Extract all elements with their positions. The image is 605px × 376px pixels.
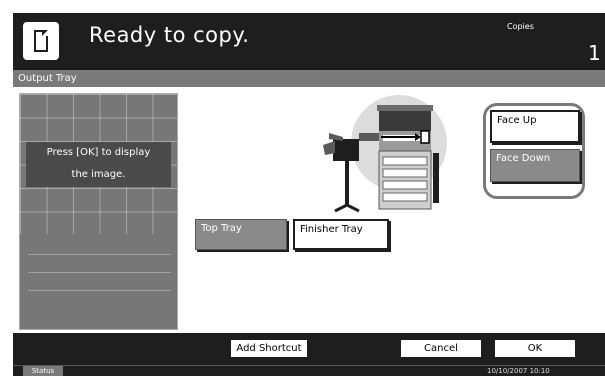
image-preview-pane: Press [OK] to display the image. [19, 93, 178, 330]
status-button[interactable]: Status [23, 366, 63, 376]
preview-divider [28, 272, 171, 273]
copies-count: 1 [588, 41, 601, 65]
add-shortcut-button[interactable]: Add Shortcut [229, 338, 309, 359]
face-down-button[interactable]: Face Down [490, 149, 580, 182]
main-content: Press [OK] to display the image. Face Up… [13, 87, 605, 333]
copies-label: Copies [507, 22, 534, 31]
preview-divider [28, 290, 171, 291]
header-bar: Ready to copy. Copies 1 [13, 13, 605, 68]
status-title: Ready to copy. [89, 23, 250, 47]
document-icon [23, 22, 59, 60]
footer-bar: Add Shortcut Cancel OK [13, 333, 605, 365]
preview-message-line2: the image. [71, 169, 126, 180]
panel-title: Output Tray [13, 70, 605, 87]
face-up-button[interactable]: Face Up [490, 110, 580, 143]
cancel-button[interactable]: Cancel [399, 338, 483, 359]
top-tray-button[interactable]: Top Tray [195, 219, 287, 250]
status-bar: Status 10/10/2007 10:10 [13, 365, 605, 376]
copier-machine-icon [323, 95, 447, 213]
preview-message-line1: Press [OK] to display [46, 147, 151, 158]
preview-message: Press [OK] to display the image. [26, 142, 171, 187]
preview-divider [28, 254, 171, 255]
finisher-tray-button[interactable]: Finisher Tray [293, 219, 389, 250]
face-option-group: Face Up Face Down [483, 103, 585, 199]
ok-button[interactable]: OK [493, 338, 577, 359]
copier-screen: Ready to copy. Copies 1 Output Tray Pres… [13, 13, 605, 376]
date-time: 10/10/2007 10:10 [487, 367, 550, 375]
